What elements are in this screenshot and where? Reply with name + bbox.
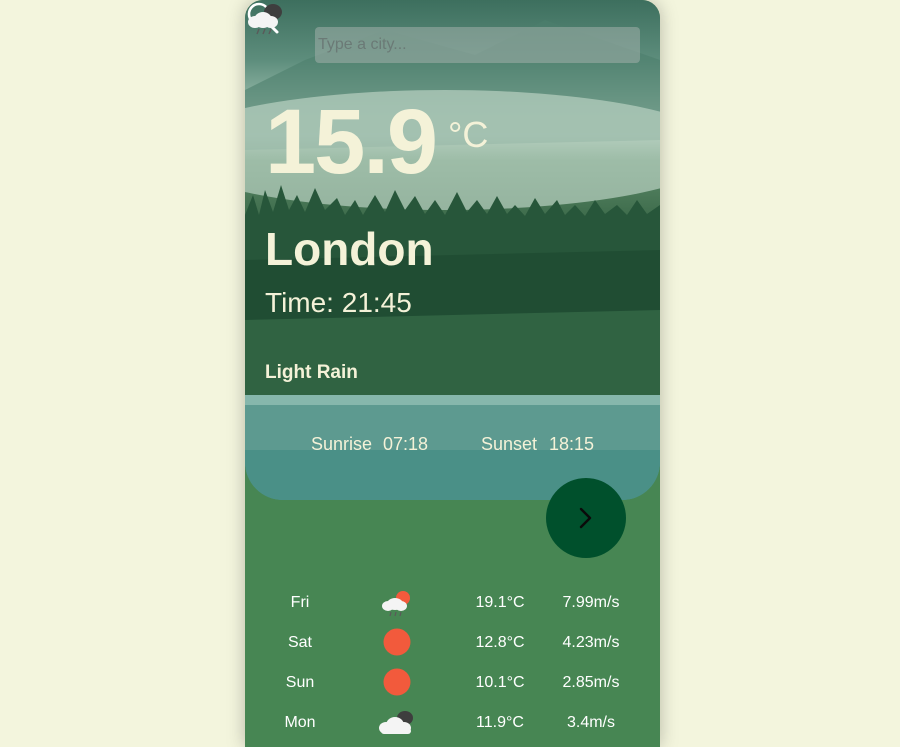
forecast-row: Sun 10.1°C 2.85m/s (245, 662, 660, 702)
sunset-time: 18:15 (549, 434, 595, 454)
sun-cloud-rain-icon (382, 591, 410, 617)
temperature-value: 15.9 (265, 91, 438, 193)
forecast-row: Mon 11.9°C 3.4m/s (245, 702, 660, 742)
forecast-day: Sun (285, 674, 315, 691)
city-name: London (265, 223, 434, 275)
weather-condition: Light Rain (265, 362, 358, 383)
hero-panel: 15.9 °C London Time: 21:45 Light Rain Su… (245, 0, 660, 500)
sunrise-label: Sunrise (311, 434, 373, 454)
sun-icon (383, 668, 411, 696)
forecast-wind: 7.99m/s (562, 594, 620, 611)
temperature-unit: °C (448, 114, 489, 155)
sun-icon (383, 628, 411, 656)
forecast-temperature: 10.1°C (475, 674, 525, 691)
forecast-wind: 4.23m/s (562, 634, 620, 651)
forecast-temperature: 19.1°C (475, 594, 525, 611)
forecast-list: Fri 19.1°C 7.99m/s Sat 12.8°C 4.23m/s Su… (245, 582, 660, 742)
sunrise-time: 07:18 (383, 434, 429, 454)
forecast-day: Fri (290, 594, 310, 611)
sunset-label: Sunset (481, 434, 538, 454)
forecast-row: Fri 19.1°C 7.99m/s (245, 582, 660, 622)
local-time: Time: 21:45 (265, 287, 412, 318)
forecast-wind: 3.4m/s (566, 714, 615, 731)
forecast-row: Sat 12.8°C 4.23m/s (245, 622, 660, 662)
forecast-day: Mon (284, 714, 316, 731)
cloud-rain-night-icon (248, 4, 282, 35)
forecast-temperature: 12.8°C (475, 634, 525, 651)
forecast-wind: 2.85m/s (562, 674, 620, 691)
next-button[interactable] (546, 478, 626, 558)
city-search-input[interactable] (315, 27, 640, 63)
weather-card: 15.9 °C London Time: 21:45 Light Rain Su… (245, 0, 660, 747)
clouds-icon (379, 711, 413, 734)
forecast-day: Sat (287, 634, 312, 651)
forecast-temperature: 11.9°C (476, 714, 524, 731)
chevron-right-icon (579, 507, 592, 529)
